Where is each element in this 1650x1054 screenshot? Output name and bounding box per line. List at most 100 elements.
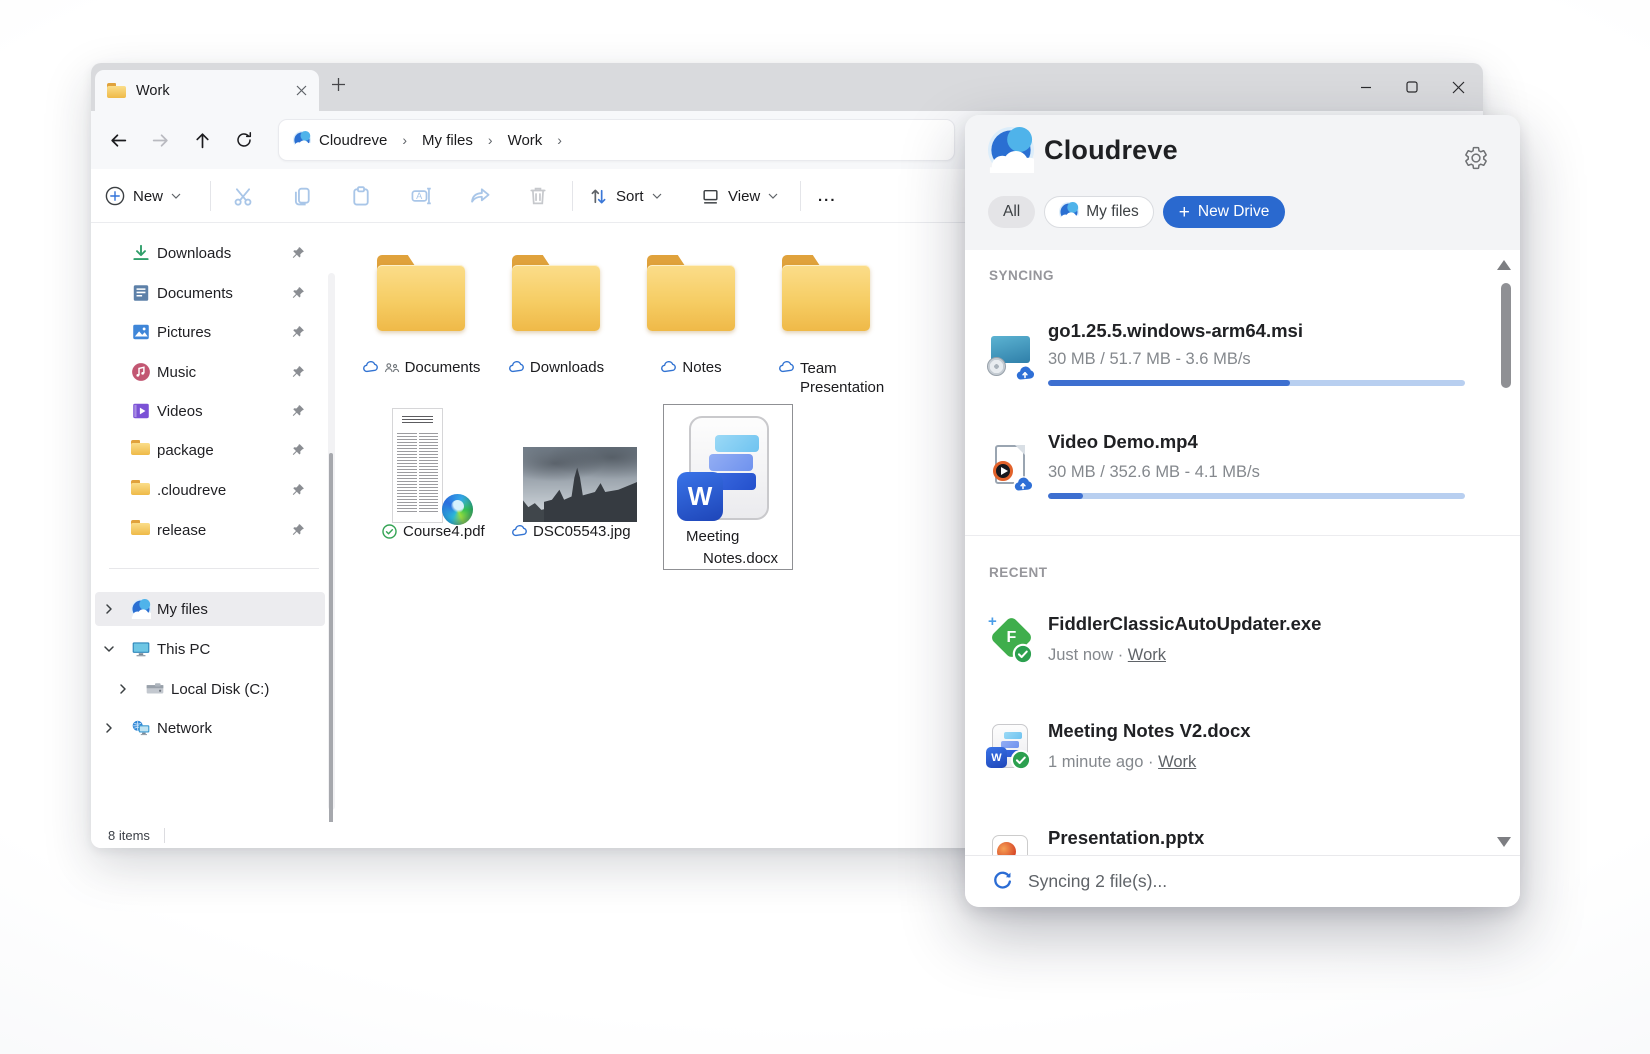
new-drive-button[interactable]: + New Drive bbox=[1163, 196, 1286, 228]
view-icon bbox=[701, 187, 720, 206]
paste-icon[interactable] bbox=[350, 185, 372, 207]
folder-label-downloads[interactable]: Downloads bbox=[490, 359, 622, 376]
forward-icon[interactable] bbox=[143, 123, 177, 157]
copy-icon[interactable] bbox=[291, 185, 313, 207]
chevron-right-icon[interactable] bbox=[103, 722, 115, 734]
check-badge-icon bbox=[1012, 643, 1034, 665]
sidebar-item-my-files[interactable]: My files bbox=[95, 592, 325, 626]
sync-spinner-icon bbox=[992, 871, 1013, 892]
sidebar-divider bbox=[109, 568, 319, 569]
chevron-right-icon[interactable] bbox=[103, 603, 115, 615]
filter-chip-my-files[interactable]: My files bbox=[1044, 196, 1154, 228]
progress-bar bbox=[1048, 493, 1465, 499]
refresh-icon[interactable] bbox=[227, 123, 261, 157]
sidebar-item-pictures[interactable]: Pictures bbox=[95, 315, 325, 349]
breadcrumb-cloudreve[interactable]: Cloudreve bbox=[315, 132, 391, 149]
edge-browser-icon bbox=[442, 494, 473, 525]
word-app-badge: W bbox=[677, 472, 723, 521]
pin-icon[interactable] bbox=[291, 325, 305, 339]
pin-icon[interactable] bbox=[291, 443, 305, 457]
sidebar-item-local-disk-c[interactable]: Local Disk (C:) bbox=[95, 672, 325, 706]
folder-notes[interactable] bbox=[645, 253, 737, 335]
cloudreve-logo-icon bbox=[988, 127, 1034, 173]
close-tab-icon[interactable] bbox=[296, 85, 307, 96]
cloud-icon bbox=[362, 359, 379, 376]
panel-title: Cloudreve bbox=[1044, 135, 1178, 166]
pin-icon[interactable] bbox=[291, 365, 305, 379]
work-folder-link[interactable]: Work bbox=[1128, 646, 1166, 664]
file-dsc05543-jpg-thumbnail[interactable] bbox=[523, 447, 637, 522]
sidebar-item-documents[interactable]: Documents bbox=[95, 276, 325, 310]
file-meeting-notes-docx-selected[interactable]: W Meeting Notes.docx bbox=[663, 404, 793, 570]
powerpoint-file-icon bbox=[990, 835, 1036, 855]
folder-label-documents[interactable]: Documents bbox=[355, 359, 487, 376]
video-file-icon bbox=[990, 444, 1036, 494]
scrollbar-thumb[interactable] bbox=[329, 453, 333, 833]
work-folder-link[interactable]: Work bbox=[1158, 753, 1196, 771]
sidebar-item-this-pc[interactable]: This PC bbox=[95, 632, 325, 666]
new-tab-icon[interactable] bbox=[331, 77, 346, 92]
sidebar-item-network[interactable]: Network bbox=[95, 711, 325, 745]
sort-icon bbox=[589, 187, 608, 206]
filter-chip-all[interactable]: All bbox=[988, 196, 1035, 228]
more-options-button[interactable]: ... bbox=[818, 169, 837, 223]
word-file-icon: W bbox=[990, 723, 1036, 773]
network-icon bbox=[131, 718, 151, 738]
recent-item-meta: 1 minute ago · Work bbox=[1048, 753, 1196, 772]
file-label-dsc05543-jpg[interactable]: DSC05543.jpg bbox=[511, 523, 631, 540]
close-window-icon[interactable] bbox=[1452, 81, 1465, 94]
minimize-icon[interactable] bbox=[1360, 81, 1372, 93]
sidebar-item-music[interactable]: Music bbox=[95, 355, 325, 389]
chevron-right-icon: › bbox=[395, 132, 414, 148]
breadcrumb-work[interactable]: Work bbox=[504, 132, 547, 149]
chevron-down-icon bbox=[768, 193, 778, 199]
sidebar-item-package[interactable]: package bbox=[95, 433, 325, 467]
up-icon[interactable] bbox=[185, 123, 219, 157]
file-course4-pdf-thumbnail[interactable] bbox=[392, 408, 443, 523]
folder-documents[interactable] bbox=[375, 253, 467, 335]
share-icon[interactable] bbox=[469, 185, 491, 207]
sync-item-name: go1.25.5.windows-arm64.msi bbox=[1048, 320, 1303, 342]
breadcrumb-my-files[interactable]: My files bbox=[418, 132, 477, 149]
folder-icon bbox=[131, 520, 151, 540]
sidebar-item-downloads[interactable]: Downloads bbox=[95, 236, 325, 270]
delete-icon[interactable] bbox=[527, 185, 549, 207]
folder-label-notes[interactable]: Notes bbox=[625, 359, 757, 376]
chevron-right-icon[interactable] bbox=[117, 683, 129, 695]
tab-title: Work bbox=[136, 83, 170, 99]
rename-icon[interactable]: A bbox=[410, 185, 432, 207]
sidebar-item-cloudreve-folder[interactable]: .cloudreve bbox=[95, 473, 325, 507]
folder-icon bbox=[107, 83, 126, 98]
chevron-down-icon bbox=[171, 193, 181, 199]
folder-team-presentation[interactable] bbox=[780, 253, 872, 335]
cut-icon[interactable] bbox=[232, 185, 254, 207]
recent-item-meta: Just now · Work bbox=[1048, 646, 1166, 665]
back-icon[interactable] bbox=[101, 123, 135, 157]
maximize-icon[interactable] bbox=[1406, 81, 1418, 93]
sidebar-item-videos[interactable]: Videos bbox=[95, 394, 325, 428]
pin-icon[interactable] bbox=[291, 483, 305, 497]
folder-downloads[interactable] bbox=[510, 253, 602, 335]
scroll-down-icon[interactable] bbox=[1497, 837, 1511, 847]
view-button[interactable]: View bbox=[701, 169, 778, 223]
chevron-down-icon[interactable] bbox=[103, 643, 115, 655]
sort-button[interactable]: Sort bbox=[589, 169, 662, 223]
sidebar-scrollbar[interactable] bbox=[328, 273, 335, 810]
file-label-course4-pdf[interactable]: Course4.pdf bbox=[381, 523, 485, 540]
gear-icon[interactable] bbox=[1463, 145, 1489, 171]
cloudreve-icon bbox=[293, 131, 311, 149]
pin-icon[interactable] bbox=[291, 286, 305, 300]
explorer-tab-work[interactable]: Work bbox=[95, 70, 319, 111]
plus-circle-icon bbox=[105, 186, 125, 206]
chevron-right-icon: › bbox=[481, 132, 500, 148]
sidebar-item-release[interactable]: release bbox=[95, 513, 325, 547]
new-button[interactable]: New bbox=[105, 169, 181, 223]
scrollbar-thumb[interactable] bbox=[1501, 283, 1511, 388]
breadcrumb[interactable]: Cloudreve › My files › Work › bbox=[278, 119, 955, 161]
pin-icon[interactable] bbox=[291, 246, 305, 260]
folder-label-team-presentation[interactable]: Team Presentation bbox=[778, 359, 928, 397]
pin-icon[interactable] bbox=[291, 523, 305, 537]
progress-fill bbox=[1048, 493, 1083, 499]
pin-icon[interactable] bbox=[291, 404, 305, 418]
scroll-up-icon[interactable] bbox=[1497, 260, 1511, 270]
